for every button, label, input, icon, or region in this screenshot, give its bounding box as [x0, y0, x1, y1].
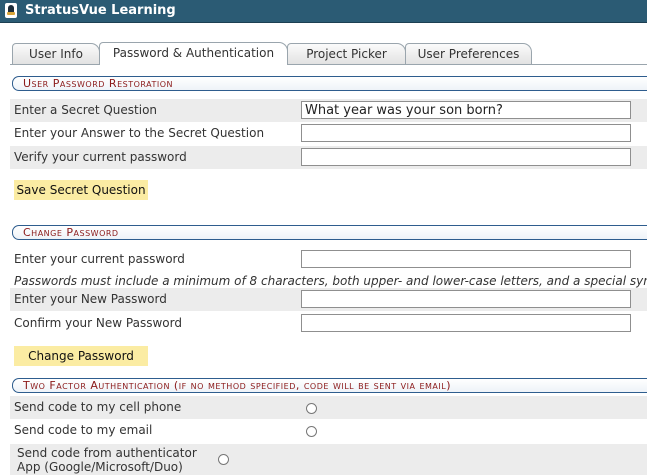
- section-title: Two Factor Authentication (if no method …: [23, 379, 452, 392]
- new-password-row: Enter your New Password: [10, 288, 647, 311]
- confirm-password-label: Confirm your New Password: [14, 316, 182, 330]
- two-factor-option-row: Send code from authenticator App (Google…: [10, 444, 647, 475]
- secret-question-row: Enter a Secret Question: [10, 99, 647, 122]
- new-password-label: Enter your New Password: [14, 292, 167, 306]
- tab-user-preferences[interactable]: User Preferences: [405, 43, 532, 64]
- secret-answer-input[interactable]: [301, 124, 631, 142]
- cell-phone-radio[interactable]: [306, 403, 317, 414]
- two-factor-option-label: Send code from authenticator App (Google…: [17, 446, 197, 474]
- authenticator-app-radio[interactable]: [218, 454, 229, 465]
- two-factor-option-label: Send code to my cell phone: [14, 400, 182, 414]
- current-password-row: Enter your current password: [10, 248, 647, 271]
- tab-project-picker[interactable]: Project Picker: [287, 43, 406, 64]
- section-title: Change Password: [23, 226, 119, 239]
- current-password-input[interactable]: [301, 250, 631, 268]
- secret-answer-label: Enter your Answer to the Secret Question: [14, 126, 265, 140]
- two-factor-option-label: Send code to my email: [14, 423, 153, 437]
- verify-password-label: Verify your current password: [14, 150, 187, 164]
- two-factor-option-row: Send code to my cell phone: [10, 396, 647, 419]
- current-password-label: Enter your current password: [14, 252, 185, 266]
- app-logo-icon: [5, 3, 17, 18]
- secret-question-label: Enter a Secret Question: [14, 103, 158, 117]
- email-radio[interactable]: [306, 426, 317, 437]
- section-header-password-restoration: User Password Restoration: [12, 76, 647, 91]
- section-title: User Password Restoration: [23, 77, 173, 90]
- password-requirements-note: Passwords must include a minimum of 8 ch…: [14, 274, 647, 288]
- two-factor-option-row: Send code to my email: [10, 419, 647, 442]
- tab-user-info[interactable]: User Info: [12, 43, 100, 64]
- section-header-change-password: Change Password: [12, 225, 647, 240]
- app-title: StratusVue Learning: [25, 3, 176, 18]
- change-password-button[interactable]: Change Password: [14, 346, 148, 366]
- save-secret-question-button[interactable]: Save Secret Question: [14, 180, 148, 200]
- verify-password-row: Verify your current password: [10, 146, 647, 169]
- tab-password-authentication[interactable]: Password & Authentication: [99, 42, 288, 65]
- verify-password-input[interactable]: [301, 148, 631, 166]
- section-header-two-factor: Two Factor Authentication (if no method …: [12, 378, 647, 393]
- title-bar: StratusVue Learning: [0, 0, 647, 23]
- secret-question-input[interactable]: [301, 101, 631, 119]
- new-password-input[interactable]: [301, 290, 631, 308]
- confirm-password-row: Confirm your New Password: [10, 312, 647, 335]
- confirm-password-input[interactable]: [301, 314, 631, 332]
- secret-answer-row: Enter your Answer to the Secret Question: [10, 122, 647, 145]
